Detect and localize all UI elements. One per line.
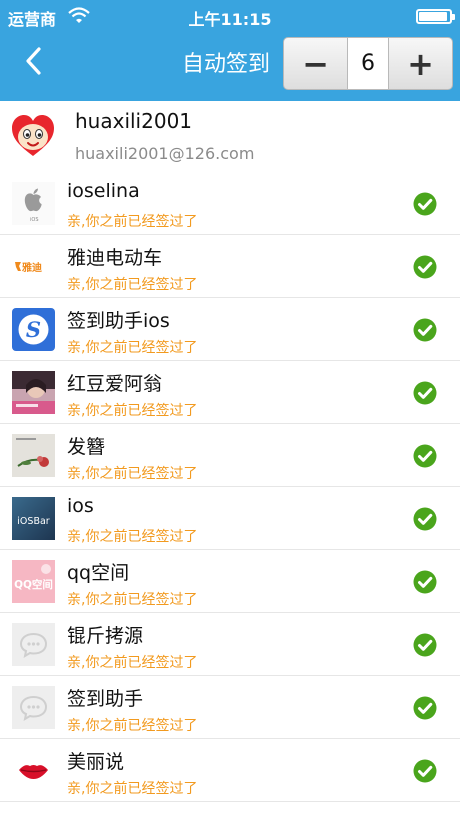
sign-status: 亲,你之前已经签过了 — [67, 277, 198, 293]
increment-button[interactable]: + — [389, 38, 452, 89]
apps-0-badge: iOS — [30, 217, 39, 223]
stepper-value: 6 — [347, 38, 389, 89]
app-name: 美丽说 — [67, 751, 125, 773]
apps-2-badge: S — [26, 317, 41, 342]
app-name: ios — [67, 495, 94, 517]
clock: 上午11:15 — [188, 10, 272, 29]
list-item[interactable]: 锟斤拷源 亲,你之前已经签过了 — [0, 613, 460, 676]
apps-1-badge: 雅迪 — [22, 261, 42, 274]
list-item[interactable]: 签到助手 亲,你之前已经签过了 — [0, 676, 460, 739]
iosbar-logo-icon: iOSBar — [12, 497, 55, 540]
account-name: huaxili2001 — [75, 109, 193, 133]
check-circle-icon — [413, 633, 437, 657]
flower-photo-icon — [12, 434, 55, 477]
lips-icon — [12, 749, 55, 792]
app-name: 签到助手 — [67, 688, 144, 710]
sign-status: 亲,你之前已经签过了 — [67, 466, 198, 482]
sign-status: 亲,你之前已经签过了 — [67, 529, 198, 545]
apple-logo-icon: iOS — [12, 182, 55, 225]
check-circle-icon — [413, 255, 437, 279]
apps-5-badge: iOSBar — [17, 516, 49, 527]
decrement-button[interactable]: − — [284, 38, 347, 89]
app-name: qq空间 — [67, 562, 130, 584]
check-circle-icon — [413, 318, 437, 342]
app-name: 发簪 — [67, 436, 106, 458]
heart-avatar-icon — [12, 115, 54, 156]
qq-space-icon: QQ空间 — [12, 560, 55, 603]
list-item[interactable]: 雅迪 雅迪电动车 亲,你之前已经签过了 — [0, 235, 460, 298]
sign-status: 亲,你之前已经签过了 — [67, 403, 198, 419]
app-name: 雅迪电动车 — [67, 247, 163, 269]
app-name: 锟斤拷源 — [67, 625, 144, 647]
placeholder-chat-icon — [12, 686, 55, 729]
yadea-logo-icon: 雅迪 — [12, 245, 55, 288]
app-name: ioselina — [67, 180, 140, 202]
sign-status: 亲,你之前已经签过了 — [67, 592, 198, 608]
sign-status: 亲,你之前已经签过了 — [67, 214, 198, 230]
battery-level — [419, 12, 448, 21]
app-name: 红豆爱阿翁 — [67, 373, 163, 395]
sign-status: 亲,你之前已经签过了 — [67, 655, 198, 671]
list-item[interactable]: 红豆爱阿翁 亲,你之前已经签过了 — [0, 361, 460, 424]
page-title: 自动签到 — [182, 52, 271, 77]
s-logo-icon: S — [12, 308, 55, 351]
check-circle-icon — [413, 444, 437, 468]
check-circle-icon — [413, 696, 437, 720]
list-item[interactable]: QQ空间 qq空间 亲,你之前已经签过了 — [0, 550, 460, 613]
list-item[interactable]: 发簪 亲,你之前已经签过了 — [0, 424, 460, 487]
sign-status: 亲,你之前已经签过了 — [67, 781, 198, 797]
check-circle-icon — [413, 570, 437, 594]
list-item[interactable]: S 签到助手ios 亲,你之前已经签过了 — [0, 298, 460, 361]
list-item[interactable]: iOS ioselina 亲,你之前已经签过了 — [0, 172, 460, 235]
battery-icon — [416, 9, 455, 24]
count-stepper: − 6 + — [283, 37, 453, 90]
check-circle-icon — [413, 507, 437, 531]
status-bar: 运营商 上午11:15 — [0, 0, 460, 32]
apps-6-badge: QQ空间 — [14, 578, 53, 591]
list-item[interactable]: iOSBar ios 亲,你之前已经签过了 — [0, 487, 460, 550]
check-circle-icon — [413, 759, 437, 783]
app-list: iOS ioselina 亲,你之前已经签过了 雅迪 雅迪电动车 亲,你之前已经… — [0, 172, 460, 802]
list-item[interactable]: 美丽说 亲,你之前已经签过了 — [0, 739, 460, 802]
check-circle-icon — [413, 192, 437, 216]
account-header: huaxili2001 huaxili2001@126.com — [0, 101, 460, 172]
photo-icon — [12, 371, 55, 414]
sign-status: 亲,你之前已经签过了 — [67, 718, 198, 734]
account-email: huaxili2001@126.com — [75, 144, 255, 163]
nav-header: 运营商 上午11:15 自动签到 − 6 + — [0, 0, 460, 101]
placeholder-chat-icon — [12, 623, 55, 666]
back-chevron-icon[interactable] — [20, 44, 50, 78]
check-circle-icon — [413, 381, 437, 405]
app-name: 签到助手ios — [67, 310, 170, 332]
sign-status: 亲,你之前已经签过了 — [67, 340, 198, 356]
